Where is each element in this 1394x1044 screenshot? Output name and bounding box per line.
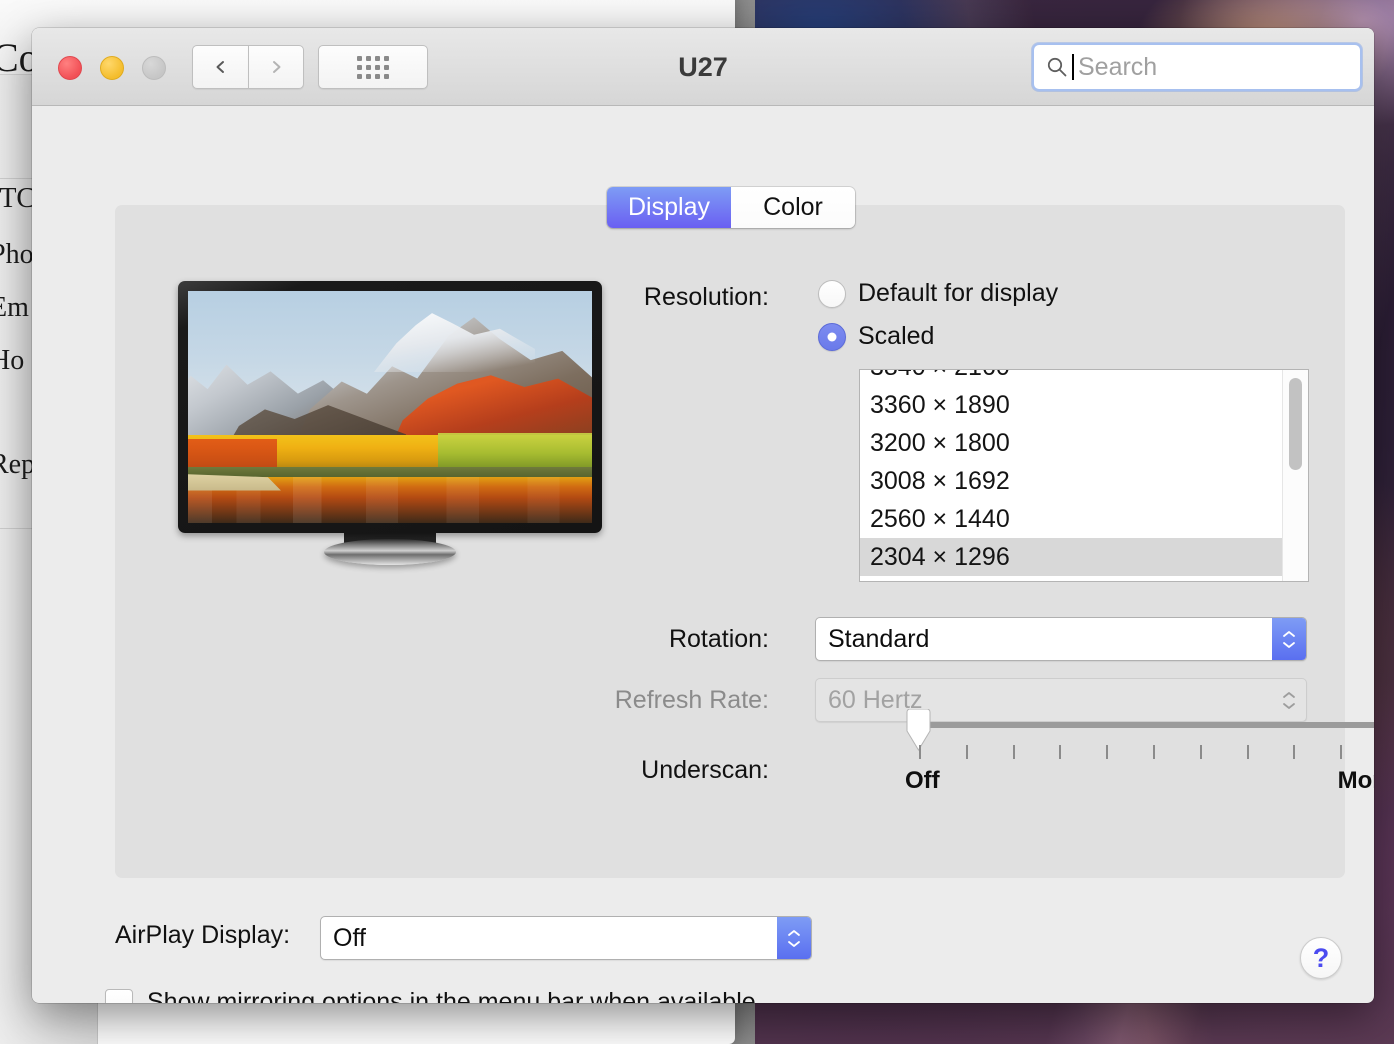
window-titlebar: U27 Search [32, 28, 1374, 106]
tab-color[interactable]: Color [731, 187, 855, 228]
chevron-right-icon [273, 61, 281, 73]
scrollbar-thumb[interactable] [1289, 378, 1302, 470]
resolution-item[interactable]: 2560 × 1440 [860, 500, 1282, 538]
slider-ticks [919, 745, 1374, 759]
background-field-4: Rep [0, 449, 36, 480]
show-all-button[interactable] [318, 45, 428, 89]
background-field-2: Em [0, 292, 29, 323]
underscan-max-label: More [1337, 767, 1374, 794]
text-cursor [1072, 54, 1074, 80]
search-icon [1047, 57, 1067, 77]
background-field-1: Pho [0, 239, 34, 270]
back-button[interactable] [192, 45, 248, 89]
grid-icon [357, 55, 389, 79]
rotation-stepper[interactable] [1272, 618, 1306, 660]
chevron-down-icon [788, 940, 800, 947]
resolution-item-selected[interactable]: 2304 × 1296 [860, 538, 1282, 576]
resolution-item[interactable]: 3008 × 1692 [860, 462, 1282, 500]
desktop: Co ITC Pho Em Ho Rep [0, 0, 1394, 1044]
background-field-3: Ho [0, 345, 25, 376]
underscan-min-label: Off [905, 767, 940, 794]
help-button[interactable]: ? [1300, 937, 1342, 979]
radio-button-on [818, 322, 846, 351]
resolution-item[interactable]: 3200 × 1800 [860, 424, 1282, 462]
slider-track[interactable] [921, 722, 1374, 728]
chevron-up-icon [1283, 691, 1295, 698]
chevron-down-icon [1283, 641, 1295, 648]
radio-label-default: Default for display [858, 279, 1059, 307]
show-mirroring-options-row[interactable]: Show mirroring options in the menu bar w… [105, 988, 756, 1003]
minimize-button[interactable] [100, 56, 124, 80]
rotation-label: Rotation: [668, 625, 769, 653]
radio-scaled[interactable]: Scaled [818, 322, 934, 351]
chevron-left-icon [216, 61, 224, 73]
radio-label-scaled: Scaled [858, 322, 935, 350]
radio-button-off [818, 279, 846, 308]
airplay-display-label: AirPlay Display: [115, 921, 291, 949]
tab-display[interactable]: Display [607, 187, 731, 228]
resolution-list[interactable]: 3840 × 2160 3360 × 1890 3200 × 1800 3008… [859, 369, 1309, 582]
resolution-item[interactable]: 3840 × 2160 [860, 370, 1282, 386]
resolution-scrollbar[interactable] [1282, 370, 1308, 581]
wallpaper-high-sierra [188, 291, 592, 523]
chevron-up-icon [788, 929, 800, 936]
mirroring-checkbox-label: Show mirroring options in the menu bar w… [147, 988, 756, 1003]
airplay-stepper[interactable] [777, 917, 811, 959]
monitor-screen [188, 291, 592, 523]
underscan-label: Underscan: [641, 756, 769, 784]
chevron-up-icon [1283, 630, 1295, 637]
rotation-popup-button[interactable]: Standard [815, 617, 1307, 661]
zoom-button[interactable] [142, 56, 166, 80]
underscan-slider[interactable]: Off More [905, 709, 1374, 794]
resolution-list-items: 3840 × 2160 3360 × 1890 3200 × 1800 3008… [860, 370, 1282, 581]
rotation-value: Standard [828, 624, 930, 653]
tab-bar: Display Color [607, 187, 855, 228]
radio-default-for-display[interactable]: Default for display [818, 279, 1058, 308]
resolution-label: Resolution: [643, 283, 769, 311]
search-field[interactable]: Search [1032, 43, 1362, 91]
resolution-item[interactable]: 3360 × 1890 [860, 386, 1282, 424]
airplay-popup-button[interactable]: Off [320, 916, 812, 960]
airplay-value: Off [333, 923, 366, 952]
close-button[interactable] [58, 56, 82, 80]
displays-preferences-window: U27 Search Display Color Resolution: Def… [32, 28, 1374, 1003]
display-settings-panel: Resolution: Default for display Scaled 3… [115, 205, 1374, 878]
refresh-rate-label: Refresh Rate: [614, 686, 769, 714]
background-field-0: ITC [0, 183, 36, 214]
mirroring-checkbox[interactable] [105, 988, 133, 1003]
monitor-stand-base [324, 539, 456, 565]
display-preview [178, 281, 602, 565]
forward-button[interactable] [248, 45, 304, 89]
search-placeholder: Search [1078, 52, 1158, 81]
